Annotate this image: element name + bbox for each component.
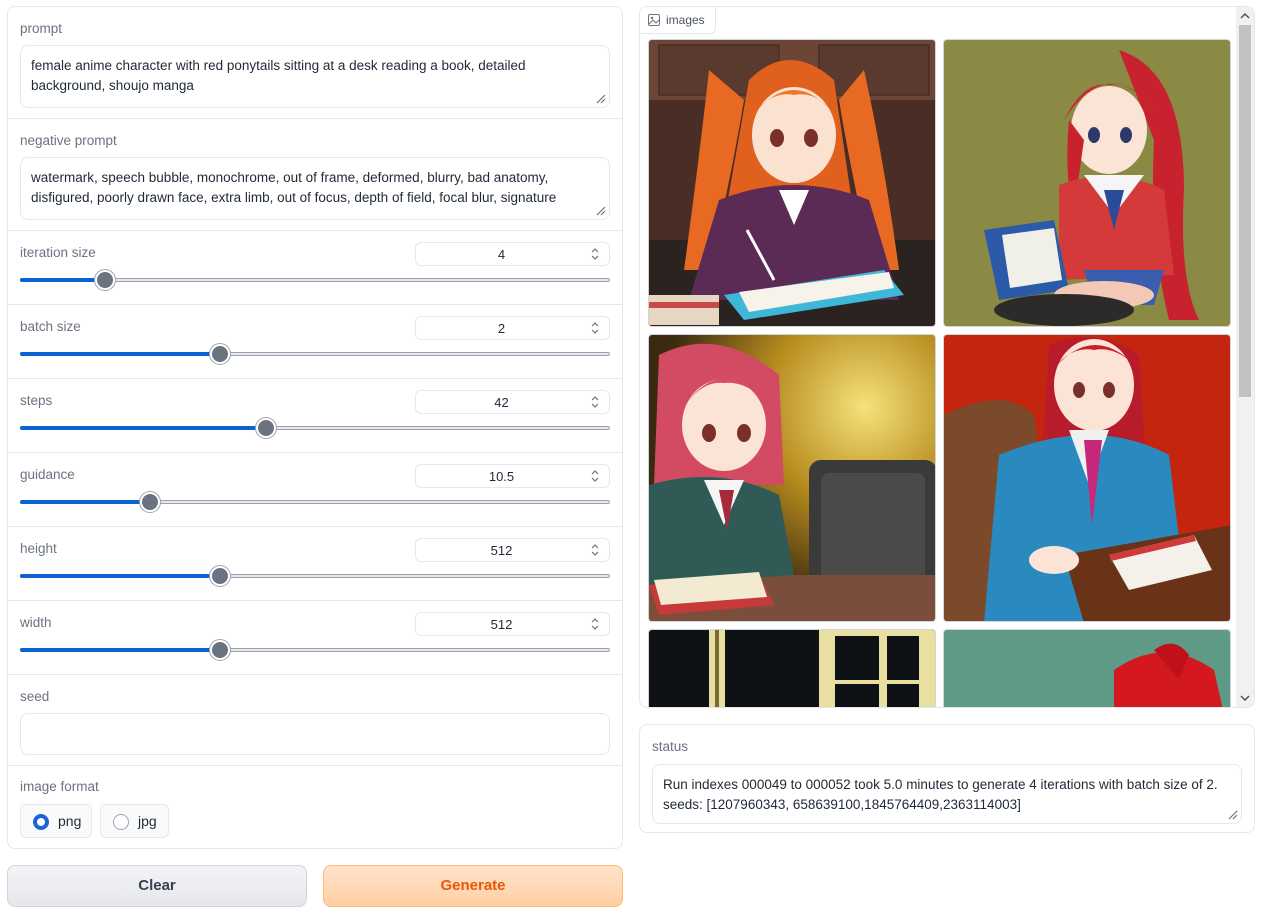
generated-image-4	[944, 335, 1230, 621]
status-output[interactable]: Run indexes 000049 to 000052 took 5.0 mi…	[652, 764, 1242, 824]
spinner-arrows-icon[interactable]	[589, 468, 601, 484]
iteration-size-label: iteration size	[20, 245, 96, 260]
batch-size-slider[interactable]	[20, 344, 610, 364]
generated-image-1	[649, 40, 935, 326]
slider-thumb[interactable]	[139, 492, 160, 512]
batch-size-input[interactable]: 2	[415, 316, 610, 340]
iteration-size-value: 4	[497, 247, 506, 262]
slider-fill	[20, 278, 105, 282]
guidance-label: guidance	[20, 467, 75, 482]
status-text: Run indexes 000049 to 000052 took 5.0 mi…	[663, 777, 1218, 812]
gallery-label-tag: images	[640, 7, 716, 34]
gallery-label: images	[666, 13, 705, 27]
guidance-slider[interactable]	[20, 492, 610, 512]
slider-fill	[20, 426, 267, 430]
prompt-block: prompt female anime character with red p…	[8, 7, 622, 119]
status-panel: status Run indexes 000049 to 000052 took…	[639, 724, 1255, 833]
seed-block: seed	[8, 675, 622, 766]
generated-image-5	[649, 630, 935, 707]
resize-grip-icon[interactable]	[594, 92, 606, 104]
image-icon	[648, 14, 660, 26]
gallery-image-2[interactable]	[943, 39, 1231, 327]
slider-block-iteration-size: iteration size 4	[8, 231, 622, 305]
width-label: width	[20, 615, 52, 630]
scroll-down-arrow-icon[interactable]	[1240, 693, 1250, 703]
spinner-arrows-icon[interactable]	[589, 394, 601, 410]
scrollbar-thumb[interactable]	[1239, 25, 1251, 397]
generated-image-2	[944, 40, 1230, 326]
gallery-scrollbar[interactable]	[1236, 7, 1254, 707]
steps-value: 42	[494, 395, 509, 410]
spinner-arrows-icon[interactable]	[589, 320, 601, 336]
format-option-jpg-label: jpg	[138, 813, 157, 829]
slider-fill	[20, 574, 220, 578]
slider-thumb[interactable]	[210, 344, 230, 364]
slider-block-guidance: guidance 10.5	[8, 453, 622, 527]
steps-input[interactable]: 42	[415, 390, 610, 414]
batch-size-value: 2	[497, 321, 506, 336]
gallery-image-3[interactable]	[648, 334, 936, 622]
slider-fill	[20, 648, 220, 652]
format-option-jpg[interactable]: jpg	[100, 804, 169, 838]
radio-checked-icon[interactable]	[33, 814, 49, 830]
gallery-image-6[interactable]	[943, 629, 1231, 707]
negative-prompt-text: watermark, speech bubble, monochrome, ou…	[31, 170, 557, 205]
slider-fill	[20, 500, 150, 504]
height-value: 512	[490, 543, 513, 558]
slider-fill	[20, 352, 220, 356]
guidance-input[interactable]: 10.5	[415, 464, 610, 488]
gallery-image-5[interactable]	[648, 629, 936, 707]
width-input[interactable]: 512	[415, 612, 610, 636]
negative-prompt-block: negative prompt watermark, speech bubble…	[8, 119, 622, 231]
steps-label: steps	[20, 393, 53, 408]
prompt-input[interactable]: female anime character with red ponytail…	[20, 45, 610, 108]
seed-input[interactable]	[20, 713, 610, 755]
resize-grip-icon[interactable]	[1226, 808, 1238, 820]
iteration-size-input[interactable]: 4	[415, 242, 610, 266]
prompt-label: prompt	[20, 21, 63, 36]
spinner-arrows-icon[interactable]	[589, 246, 601, 262]
width-slider[interactable]	[20, 640, 610, 660]
slider-block-height: height 512	[8, 527, 622, 601]
seed-label: seed	[20, 689, 50, 704]
format-option-png[interactable]: png	[20, 804, 92, 838]
slider-thumb[interactable]	[210, 640, 230, 660]
height-label: height	[20, 541, 57, 556]
slider-block-steps: steps 42	[8, 379, 622, 453]
slider-thumb[interactable]	[94, 270, 115, 290]
steps-slider[interactable]	[20, 418, 610, 438]
slider-block-batch-size: batch size 2	[8, 305, 622, 379]
guidance-value: 10.5	[488, 469, 515, 484]
scroll-up-arrow-icon[interactable]	[1240, 11, 1250, 21]
settings-panel: prompt female anime character with red p…	[7, 6, 623, 849]
image-gallery: images	[639, 6, 1255, 708]
format-option-png-label: png	[58, 813, 82, 829]
iteration-size-slider[interactable]	[20, 270, 610, 290]
prompt-text: female anime character with red ponytail…	[31, 58, 526, 93]
radio-unchecked-icon[interactable]	[113, 814, 129, 830]
spinner-arrows-icon[interactable]	[589, 616, 601, 632]
gallery-image-4[interactable]	[943, 334, 1231, 622]
batch-size-label: batch size	[20, 319, 81, 334]
status-label: status	[652, 739, 689, 754]
generate-button[interactable]: Generate	[323, 865, 623, 907]
clear-button[interactable]: Clear	[7, 865, 307, 907]
gallery-image-1[interactable]	[648, 39, 936, 327]
width-value: 512	[490, 617, 513, 632]
height-input[interactable]: 512	[415, 538, 610, 562]
slider-thumb[interactable]	[210, 566, 230, 586]
resize-grip-icon[interactable]	[594, 204, 606, 216]
image-format-label: image format	[20, 779, 99, 794]
slider-block-width: width 512	[8, 601, 622, 675]
generated-image-3	[649, 335, 935, 621]
negative-prompt-label: negative prompt	[20, 133, 117, 148]
height-slider[interactable]	[20, 566, 610, 586]
generated-image-6	[944, 630, 1230, 707]
negative-prompt-input[interactable]: watermark, speech bubble, monochrome, ou…	[20, 157, 610, 220]
spinner-arrows-icon[interactable]	[589, 542, 601, 558]
slider-thumb[interactable]	[256, 418, 277, 438]
